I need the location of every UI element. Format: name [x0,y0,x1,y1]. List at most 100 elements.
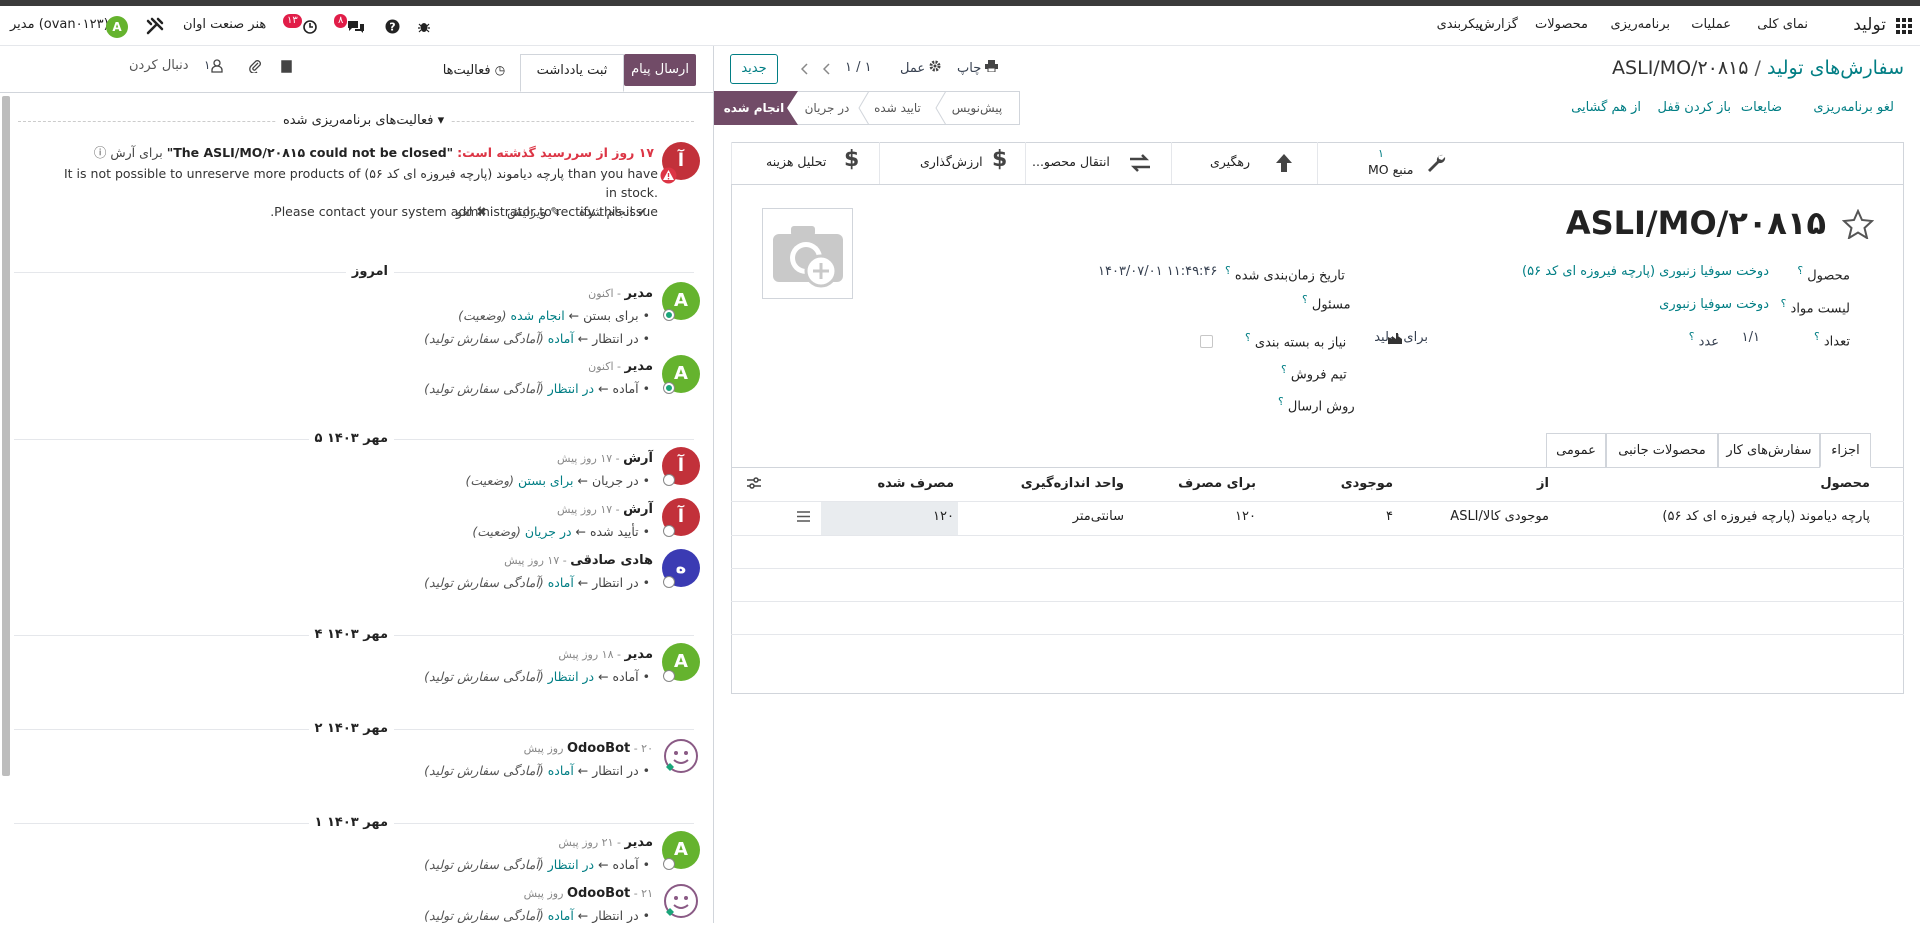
author-name[interactable]: آرش [623,502,653,517]
row-to-consume[interactable]: ۱۲۰ [1235,509,1256,524]
packaging-checkbox[interactable] [1200,335,1213,348]
tab-miscellaneous[interactable]: عمومی [1546,433,1606,467]
col-to-consume[interactable]: برای مصرف [1178,476,1256,491]
bom-value[interactable]: دوخت سوفیا زنبوری [1659,297,1769,312]
tools-icon[interactable] [146,17,164,35]
col-uom[interactable]: واحد اندازه‌گیری [1021,476,1124,491]
message-author[interactable]: مدیر - ۱۸ روز پیش [558,647,653,662]
activity-done-button[interactable]: ✔ انجام شده [579,204,648,219]
clock-icon[interactable] [303,20,317,34]
scheduled-date-value[interactable]: ۱۴۰۳/۰۷/۰۱ ۱۱:۴۹:۴۶ [1098,264,1217,279]
arrow-icon: ← [573,908,593,923]
company-switcher[interactable]: هنر صنعت اوان [183,17,266,32]
info-icon[interactable]: ⓘ [94,145,107,160]
breadcrumb-parent[interactable]: سفارش‌های تولید [1767,57,1904,79]
row-consumed[interactable]: ۱۲۰ [933,509,954,524]
message-author[interactable]: آرش - ۱۷ روز پیش [557,451,653,466]
source-mo-button[interactable]: ۱ منبع MO [1317,142,1463,184]
help-icon[interactable]: ? [385,19,400,34]
chatter-scrollbar[interactable] [2,96,10,776]
follow-button[interactable]: دنبال کردن [129,58,189,73]
author-name[interactable]: OdooBot [567,741,630,756]
planned-activities-toggle[interactable]: ▾ فعالیت‌های برنامه‌ریزی شده [277,113,451,128]
tab-components[interactable]: اجزاء [1820,433,1871,468]
message-author[interactable]: هادی صادقی - ۱۷ روز پیش [504,553,653,568]
menu-reporting[interactable]: گزارش [1479,17,1518,32]
optional-columns-icon[interactable] [747,477,761,489]
unlock-button[interactable]: باز کردن قفل [1658,100,1731,115]
status-confirmed[interactable]: تایید شده [860,91,935,125]
odoobot-avatar[interactable] [662,737,700,775]
product-value[interactable]: دوخت سوفیا زنبوری (پارچه فیروزه ای کد ۵۶… [1522,264,1769,279]
chevron-left-icon-2[interactable] [801,63,809,75]
app-name[interactable]: تولید [1853,15,1886,35]
activity-edit-button[interactable]: ✎ ویرایش [507,204,561,219]
print-button[interactable]: چاپ [957,60,999,76]
action-button[interactable]: عمل [900,60,941,76]
row-uom[interactable]: سانتی‌متر [1073,509,1124,524]
field-name: (وضعیت) [472,524,525,539]
transfers-button[interactable]: انتقال محصو... [1025,142,1171,184]
author-name[interactable]: مدیر [624,835,653,850]
menu-overview[interactable]: نمای کلی [1757,17,1808,32]
menu-operations[interactable]: عملیات [1691,17,1731,32]
tab-byproducts[interactable]: محصولات جانبی [1606,433,1718,467]
old-value: در انتظار [592,908,639,923]
paperclip-icon[interactable] [248,59,262,73]
message-author[interactable]: آرش - ۱۷ روز پیش [557,502,653,517]
new-button[interactable]: جدید [730,54,778,84]
scrap-button[interactable]: ضایعات [1741,100,1782,115]
status-done[interactable]: انجام شده [714,91,794,125]
valuation-button[interactable]: $ ارزش‌گذاری [879,142,1025,184]
shipping-method-label: روش ارسال ؟ [1278,395,1355,415]
col-stock[interactable]: موجودی [1341,476,1393,491]
user-menu-label[interactable]: مدیر (ovan۰۱۲۳) [10,17,109,32]
message-author[interactable]: مدیر - ۲۱ روز پیش [558,835,653,850]
row-product[interactable]: پارچه دیاموند (پارچه فیروزه ای کد ۵۶) [1662,509,1870,524]
send-message-button[interactable]: ارسال پیام [624,54,696,86]
star-icon[interactable] [1842,209,1874,239]
unbuild-button[interactable]: از هم گشایی [1571,100,1641,115]
activities-button[interactable]: ◷ فعالیت‌ها [428,54,520,86]
user-avatar[interactable]: A [106,16,128,38]
message-author[interactable]: مدیر - اکنون [588,286,653,301]
detailed-operations-icon[interactable] [797,511,810,522]
chat-icon[interactable] [347,20,365,34]
author-name[interactable]: هادی صادقی [570,553,653,568]
author-name[interactable]: OdooBot [567,886,630,901]
odoobot-avatar[interactable] [662,882,700,920]
user-icon[interactable] [211,59,223,73]
caret-down-icon: ▾ [437,113,445,128]
pager-value[interactable]: ۱ / ۱ [845,60,872,75]
message-author[interactable]: OdooBot - ۲۰ روز پیش [524,741,653,756]
author-name[interactable]: آرش [623,451,653,466]
cost-analysis-button[interactable]: $ تحلیل هزینه [731,142,879,184]
menu-products[interactable]: محصولات [1535,17,1588,32]
col-consumed[interactable]: مصرف شده [877,476,954,491]
menu-planning[interactable]: برنامه‌ریزی [1610,17,1670,32]
traceability-button[interactable]: رهگیری [1171,142,1317,184]
book-icon[interactable] [281,60,293,73]
author-name[interactable]: مدیر [624,286,653,301]
author-name[interactable]: مدیر [624,359,653,374]
chevron-left-icon[interactable] [823,63,831,75]
tracking-value-line: • در جریان ← برای بستن (وضعیت) [466,473,650,488]
status-progress[interactable]: در جریان [795,91,859,125]
col-from[interactable]: از [1537,476,1549,491]
message-author[interactable]: OdooBot - ۲۱ روز پیش [524,886,653,901]
tab-work-orders[interactable]: سفارش‌های کار [1718,433,1820,467]
status-draft[interactable]: پیش‌نویس [937,91,1017,125]
menu-configuration[interactable]: پیکربندی [1437,17,1483,32]
follower-count[interactable]: ۱ [204,58,210,72]
log-note-button[interactable]: ثبت یادداشت [520,54,624,92]
unplan-button[interactable]: لغو برنامه‌ریزی [1813,100,1894,115]
message-author[interactable]: مدیر - اکنون [588,359,653,374]
row-from[interactable]: ASLI/موجودی کالا [1450,509,1549,524]
grid-icon[interactable] [1896,18,1912,34]
author-name[interactable]: مدیر [624,647,653,662]
col-product[interactable]: محصول [1820,476,1870,491]
activity-cancel-link[interactable]: ✖ لغو [456,204,487,219]
arrow-icon: ← [594,381,613,396]
debug-icon[interactable] [418,20,430,33]
product-image-placeholder[interactable] [762,208,853,299]
